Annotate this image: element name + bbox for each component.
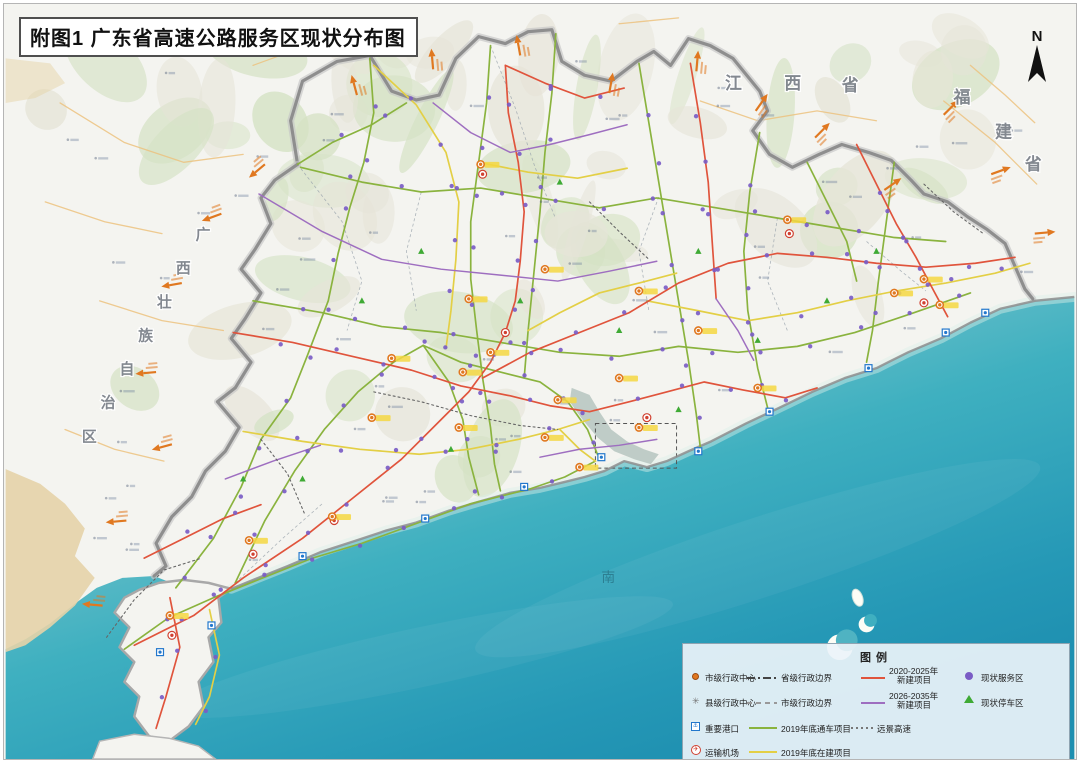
city-boundary-line xyxy=(747,702,777,704)
map-title-box: 附图1 广东省高速公路服务区现状分布图 xyxy=(19,17,418,57)
svg-text:广: 广 xyxy=(196,226,211,244)
svg-text:治: 治 xyxy=(101,394,116,412)
county-center-icon: ✳ xyxy=(692,697,700,705)
parking-area-icon xyxy=(964,695,974,703)
legend-title: 图例 xyxy=(683,649,1069,665)
map-figure: 江西省福建省广西壮族自治区南 附图1 广东省高速公路服务区现状分布图 N 图例 … xyxy=(0,0,1080,763)
new-2020-2025-line xyxy=(861,677,885,679)
legend-label: 运输机场 xyxy=(705,747,739,759)
svg-text:省: 省 xyxy=(841,75,859,95)
legend-label: 2019年底在建项目 xyxy=(781,747,851,759)
city-center-icon xyxy=(692,673,699,680)
legend-label: 2020-2025年 新建项目 xyxy=(889,667,938,685)
svg-text:自: 自 xyxy=(119,360,134,378)
legend-label: 重要港口 xyxy=(705,723,739,735)
legend: 图例 市级行政中心 ✳ 县级行政中心 ⚓ 重要港口 ✈ 运输机场 省级行政边界 … xyxy=(682,643,1070,760)
svg-text:江: 江 xyxy=(725,73,742,93)
service-area-icon xyxy=(965,672,973,680)
legend-label: 现状服务区 xyxy=(981,672,1024,684)
legend-label: 2019年底通车项目 xyxy=(781,723,851,735)
svg-text:壮: 壮 xyxy=(157,293,172,311)
svg-text:族: 族 xyxy=(138,326,153,344)
legend-label: 现状停车区 xyxy=(981,697,1024,709)
new-2026-2035-line xyxy=(861,702,885,704)
longterm-expressway-line xyxy=(851,727,873,729)
svg-text:省: 省 xyxy=(1024,154,1042,174)
north-label: N xyxy=(1022,30,1052,44)
svg-text:福: 福 xyxy=(953,87,971,107)
map-title: 附图1 广东省高速公路服务区现状分布图 xyxy=(30,28,406,50)
legend-label: 省级行政边界 xyxy=(781,672,832,684)
under-construction-2019-line xyxy=(749,751,777,753)
svg-text:区: 区 xyxy=(82,428,97,445)
opened-2019-line xyxy=(749,727,777,729)
airport-icon: ✈ xyxy=(691,745,701,755)
svg-text:西: 西 xyxy=(176,260,191,277)
legend-label: 远景高速 xyxy=(877,723,911,735)
legend-label: 2026-2035年 新建项目 xyxy=(889,692,938,710)
legend-label: 市级行政边界 xyxy=(781,697,832,709)
svg-text:建: 建 xyxy=(995,122,1012,142)
north-arrow: N xyxy=(1022,30,1052,89)
province-boundary-line xyxy=(747,677,777,679)
map-frame: 江西省福建省广西壮族自治区南 附图1 广东省高速公路服务区现状分布图 N 图例 … xyxy=(3,3,1077,760)
port-icon: ⚓ xyxy=(691,722,700,731)
north-arrow-icon xyxy=(1026,44,1048,84)
svg-text:西: 西 xyxy=(784,73,801,93)
svg-text:南: 南 xyxy=(601,570,615,586)
